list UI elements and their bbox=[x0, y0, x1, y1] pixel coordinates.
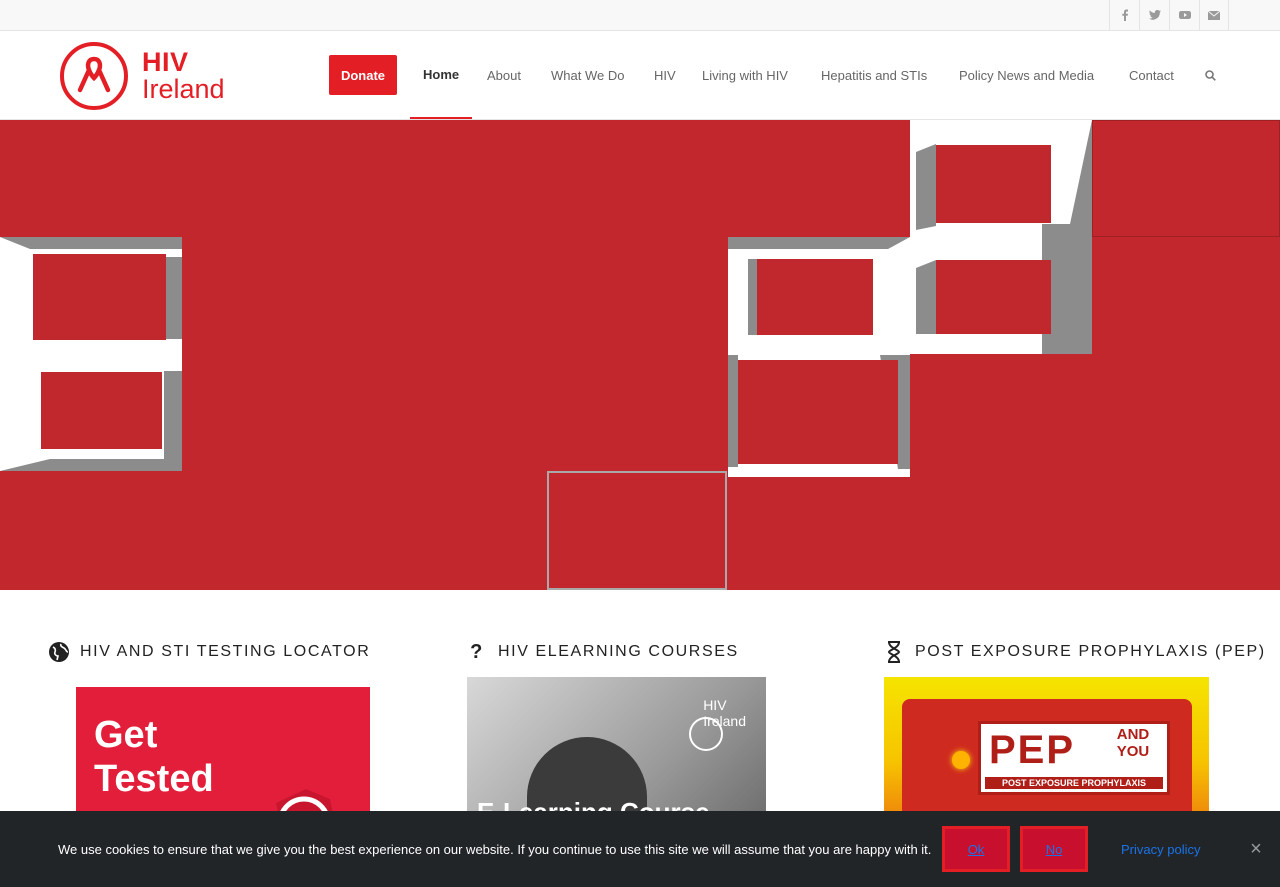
pep-sign: PEP AND YOU POST EXPOSURE PROPHYLAXIS bbox=[978, 721, 1170, 795]
alarm-light-icon bbox=[952, 751, 970, 769]
slider-tile bbox=[1092, 120, 1280, 237]
slider-tile bbox=[936, 145, 1051, 223]
pep-sign-and-you: AND YOU bbox=[1116, 726, 1150, 760]
hero-slider[interactable] bbox=[0, 120, 1280, 590]
pep-sign-subtitle: POST EXPOSURE PROPHYLAXIS bbox=[985, 777, 1163, 789]
cookie-no-button[interactable]: No bbox=[1020, 826, 1088, 872]
ribbon-logo-icon bbox=[60, 42, 128, 110]
close-icon[interactable]: × bbox=[1246, 839, 1266, 859]
globe-icon bbox=[48, 641, 70, 663]
pep-sign-title: PEP bbox=[989, 728, 1076, 772]
pep-title: POST EXPOSURE PROPHYLAXIS (PEP) bbox=[915, 643, 1266, 660]
page: HIV Ireland Donate Home About What We Do… bbox=[0, 0, 1280, 887]
slider-tile bbox=[757, 259, 873, 335]
nav-living-with-hiv[interactable]: Living with HIV bbox=[702, 31, 788, 119]
testing-locator-heading: HIV AND STI TESTING LOCATOR bbox=[48, 641, 370, 663]
nav-policy-news-and-media[interactable]: Policy News and Media bbox=[959, 31, 1094, 119]
donate-button[interactable]: Donate bbox=[329, 55, 397, 95]
elearning-heading: ? HIV ELEARNING COURSES bbox=[466, 641, 739, 663]
nav-hiv[interactable]: HIV bbox=[654, 31, 676, 119]
ribbon-logo-icon bbox=[689, 717, 724, 751]
testing-locator-title: HIV AND STI TESTING LOCATOR bbox=[80, 643, 371, 660]
elearning-logo: HIV Ireland bbox=[689, 697, 746, 751]
nav-about[interactable]: About bbox=[487, 31, 521, 119]
slider-tile bbox=[33, 254, 166, 340]
pep-heading: POST EXPOSURE PROPHYLAXIS (PEP) bbox=[883, 641, 1266, 663]
youtube-icon[interactable] bbox=[1169, 0, 1199, 30]
cookie-message: We use cookies to ensure that we give yo… bbox=[58, 841, 932, 857]
get-tested-line2: Tested bbox=[94, 758, 214, 800]
cookie-ok-button[interactable]: Ok bbox=[942, 826, 1010, 872]
question-icon: ? bbox=[470, 640, 484, 663]
site-header: HIV Ireland Donate Home About What We Do… bbox=[0, 31, 1280, 120]
get-tested-line1: Get bbox=[94, 714, 158, 756]
nav-home[interactable]: Home bbox=[410, 31, 473, 119]
privacy-policy-link[interactable]: Privacy policy bbox=[1121, 811, 1200, 887]
slider-tile bbox=[738, 360, 898, 464]
site-logo[interactable]: HIV Ireland bbox=[59, 41, 231, 111]
elearning-logo-line1: HIV bbox=[703, 697, 727, 713]
cookie-notice: We use cookies to ensure that we give yo… bbox=[0, 811, 1280, 887]
cookie-ok-label: Ok bbox=[967, 841, 985, 857]
cookie-no-label: No bbox=[1045, 841, 1063, 857]
elearning-title: HIV ELEARNING COURSES bbox=[498, 643, 739, 660]
hourglass-icon bbox=[883, 641, 905, 663]
slider-tile bbox=[547, 471, 727, 590]
nav-contact[interactable]: Contact bbox=[1129, 31, 1174, 119]
search-icon[interactable] bbox=[1200, 31, 1220, 119]
mail-icon[interactable] bbox=[1199, 0, 1229, 30]
social-bar bbox=[0, 0, 1280, 31]
facebook-icon[interactable] bbox=[1109, 0, 1139, 30]
slider-tile bbox=[936, 260, 1051, 334]
twitter-icon[interactable] bbox=[1139, 0, 1169, 30]
logo-ireland-text: Ireland bbox=[142, 74, 225, 104]
slider-tile bbox=[41, 372, 162, 449]
nav-what-we-do[interactable]: What We Do bbox=[551, 31, 624, 119]
nav-hepatitis-and-stis[interactable]: Hepatitis and STIs bbox=[821, 31, 927, 119]
